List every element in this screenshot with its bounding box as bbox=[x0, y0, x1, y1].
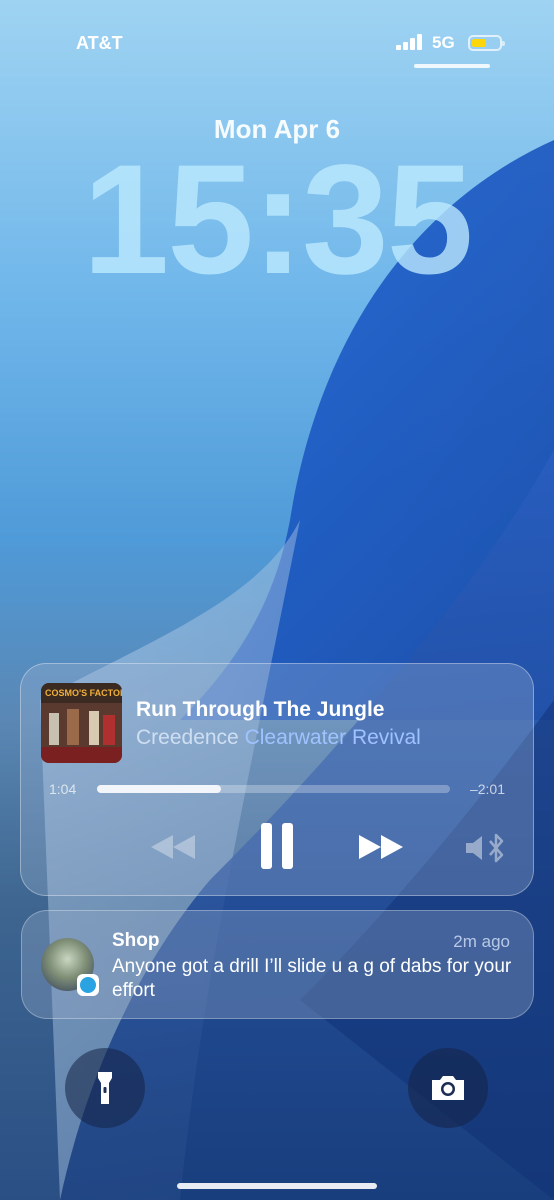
now-playing-widget[interactable]: COSMO'S FACTORY Run Through The Jungle C… bbox=[20, 663, 534, 896]
artist-name: Creedence Clearwater Revival bbox=[136, 726, 421, 749]
signal-strength-icon bbox=[396, 34, 422, 50]
home-indicator[interactable] bbox=[177, 1183, 377, 1189]
notification-body: Anyone got a drill I’ll slide u a g of d… bbox=[112, 956, 512, 1001]
notification-card[interactable]: Shop 2m ago Anyone got a drill I’ll slid… bbox=[21, 910, 534, 1019]
network-type-label: 5G bbox=[432, 33, 455, 52]
flashlight-button[interactable] bbox=[65, 1048, 145, 1128]
carrier-label: AT&T bbox=[76, 33, 123, 53]
progress-fill bbox=[97, 785, 221, 793]
flashlight-icon bbox=[98, 1072, 112, 1104]
remaining-time: –2:01 bbox=[469, 781, 505, 797]
progress-scrubber[interactable] bbox=[97, 785, 450, 793]
lock-time: 15:35 bbox=[82, 133, 474, 307]
notification-time: 2m ago bbox=[453, 932, 510, 951]
pause-button[interactable] bbox=[257, 821, 297, 871]
audio-output-icon[interactable] bbox=[464, 833, 506, 863]
sender-avatar bbox=[41, 938, 99, 996]
elapsed-time: 1:04 bbox=[49, 781, 77, 797]
camera-button[interactable] bbox=[408, 1048, 488, 1128]
svg-text:COSMO'S FACTORY: COSMO'S FACTORY bbox=[45, 688, 122, 698]
notification-title: Shop bbox=[112, 930, 160, 951]
telegram-icon bbox=[77, 974, 99, 996]
rewind-button[interactable] bbox=[147, 831, 199, 863]
battery-icon bbox=[468, 35, 505, 51]
fast-forward-button[interactable] bbox=[355, 831, 407, 863]
album-art[interactable]: COSMO'S FACTORY bbox=[41, 683, 122, 763]
control-center-indicator[interactable] bbox=[414, 64, 490, 68]
status-bar: AT&T 5G bbox=[0, 30, 554, 58]
camera-icon bbox=[432, 1076, 464, 1100]
song-title: Run Through The Jungle bbox=[136, 698, 385, 721]
